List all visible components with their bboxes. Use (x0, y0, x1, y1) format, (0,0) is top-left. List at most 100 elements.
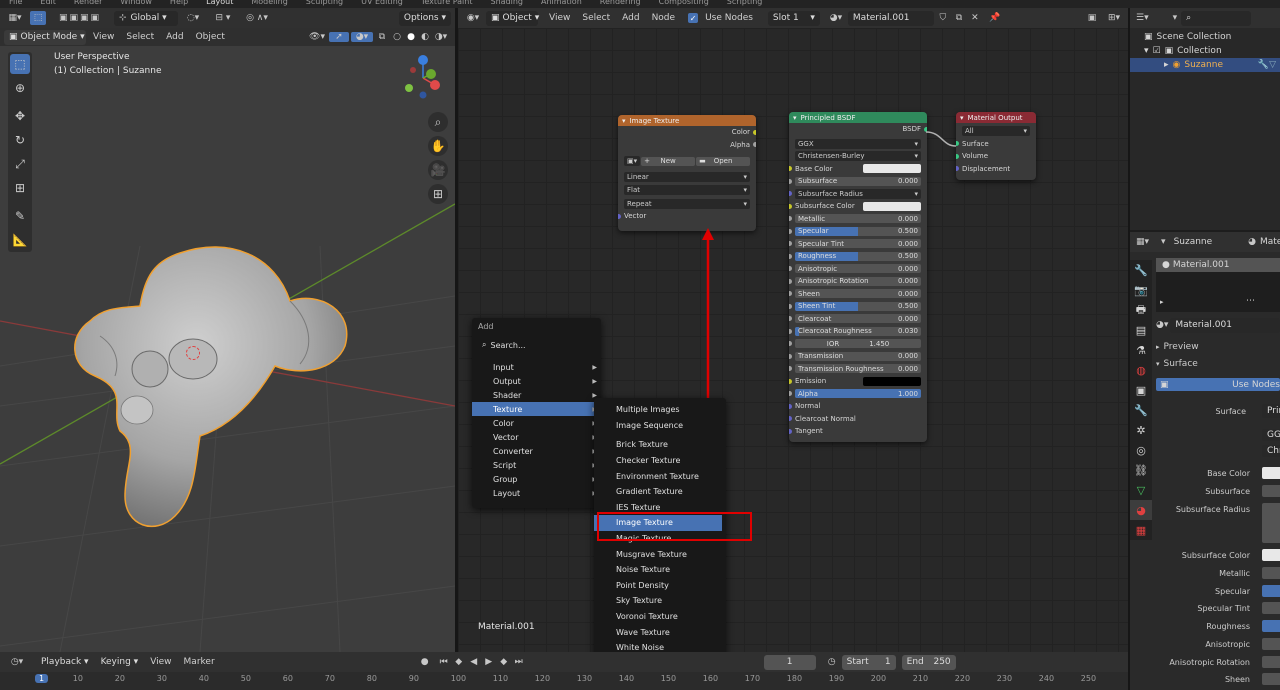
select-box-icon[interactable]: ⬚ (30, 11, 46, 25)
xray-icon[interactable]: ⧉ (375, 32, 389, 42)
overlay-icon[interactable]: ◕▾ (351, 32, 373, 42)
filter-icon[interactable]: ▾ (1173, 13, 1178, 23)
texture-menu-item[interactable]: Environment Texture (594, 468, 726, 484)
add-menu-item[interactable]: Color▶ (472, 416, 601, 430)
tool-tab-icon[interactable]: 🔧 (1130, 260, 1152, 280)
suzanne-mesh[interactable] (0, 46, 455, 652)
prop-value-field[interactable] (1262, 567, 1280, 579)
material-slot-item[interactable]: ● Material.001 (1156, 258, 1280, 272)
node-editor[interactable]: ▾ Image Texture Color Alpha ▣▾ + New ▬ Open… (458, 28, 1128, 652)
material-slot-list[interactable]: ● Material.001 ▸ ⋯ (1156, 258, 1280, 312)
material-browse-icon[interactable]: ◕▾ (1156, 320, 1168, 330)
add-menu-item[interactable]: Shader ▶ (472, 388, 601, 402)
distribution-field[interactable]: GGX (1262, 429, 1280, 441)
solid-shading-icon[interactable]: ● (405, 32, 417, 42)
physics-tab-icon[interactable]: ◎ (1130, 440, 1152, 460)
options-button[interactable]: Options ▾ (398, 10, 451, 26)
add-menu-item[interactable]: Input ▶ (472, 360, 601, 374)
rotate-tool-icon[interactable]: ↻ (10, 130, 30, 150)
add-menu-item[interactable]: Converter▶ (472, 444, 601, 458)
scene-tab-icon[interactable]: ⚗ (1130, 340, 1152, 360)
zoom-icon[interactable]: ⌕ (428, 112, 448, 132)
rendered-shading-icon[interactable]: ◑▾ (433, 32, 449, 42)
3d-cursor-icon[interactable] (186, 346, 200, 360)
list-expand-icon[interactable]: ▸ (1160, 298, 1164, 306)
fake-user-icon[interactable]: ⛉ (936, 13, 950, 23)
annotate-tool-icon[interactable]: ✎ (10, 206, 30, 226)
texture-menu-item[interactable]: Noise Texture (594, 562, 726, 578)
material-browse-icon[interactable]: ◕▾ (826, 13, 846, 23)
data-tab-icon[interactable]: ▽ (1130, 480, 1152, 500)
texture-menu-item[interactable]: Musgrave Texture (594, 546, 726, 562)
add-menu-item[interactable]: Layout▶ (472, 486, 601, 500)
properties-editor[interactable]: 🔧 📷 🖶 ▤ ⚗ ◍ ▣ 🔧 ✲ ◎ ⛓ ▽ ◕ ▦ ● Material.00… (1130, 252, 1280, 690)
particles-tab-icon[interactable]: ✲ (1130, 420, 1152, 440)
outliner-search[interactable]: ⌕ (1181, 10, 1252, 26)
texture-menu-item[interactable]: Point Density (594, 578, 726, 594)
move-tool-icon[interactable]: ✥ (10, 106, 30, 126)
visibility-icon[interactable]: 👁▾ (307, 32, 327, 42)
node-menu-view[interactable]: View (544, 13, 575, 23)
menu-object[interactable]: Object (191, 32, 230, 42)
wireframe-shading-icon[interactable]: ○ (391, 32, 403, 42)
add-menu-item[interactable]: Script▶ (472, 458, 601, 472)
gizmo-icon[interactable]: ➚ (329, 32, 349, 42)
constraints-tab-icon[interactable]: ⛓ (1130, 460, 1152, 480)
prop-value-field[interactable] (1262, 467, 1280, 479)
prop-value-field[interactable] (1262, 673, 1280, 685)
prop-value-field[interactable] (1262, 485, 1280, 497)
prop-value-field[interactable] (1262, 656, 1280, 668)
node-menu-add[interactable]: Add (617, 13, 644, 23)
prop-value-field[interactable] (1262, 620, 1280, 632)
texture-menu-item[interactable]: Multiple Images (594, 402, 726, 418)
measure-tool-icon[interactable]: 📐 (10, 230, 30, 250)
overlay-toggle-icon[interactable]: ▣ (1082, 13, 1102, 23)
use-nodes-button[interactable]: ▣ Use Nodes (1156, 378, 1280, 391)
outliner-collection[interactable]: ▾ ☑ ▣ Collection (1130, 44, 1280, 58)
object-tab-icon[interactable]: ▣ (1130, 380, 1152, 400)
texture-menu-item[interactable]: Sky Texture (594, 593, 726, 609)
add-menu-search[interactable]: ⌕ Search... (474, 336, 599, 354)
sss-method-field[interactable]: Chri (1262, 445, 1280, 457)
texture-menu-item[interactable]: Wave Texture (594, 624, 726, 640)
unlink-material-icon[interactable]: ✕ (968, 13, 982, 23)
pin-icon[interactable]: 📌 (988, 13, 1002, 23)
grid-perspective-icon[interactable]: ⊞ (428, 184, 448, 204)
texture-tab-icon[interactable]: ▦ (1130, 520, 1152, 540)
surface-shader-field[interactable]: Prin (1262, 404, 1280, 418)
output-tab-icon[interactable]: 🖶 (1130, 300, 1152, 320)
view-layer-tab-icon[interactable]: ▤ (1130, 320, 1152, 340)
editor-type-icon[interactable]: ▦▾ (4, 13, 26, 23)
prop-value-field[interactable] (1262, 585, 1280, 597)
navigation-gizmo[interactable] (395, 48, 445, 108)
texture-menu-item[interactable]: Gradient Texture (594, 484, 726, 500)
cursor-tool-icon[interactable]: ⊕ (10, 78, 30, 98)
timeline-ruler[interactable]: 1 10 20 30 40 50 60 70 80 90 100 110 120 130 140 150 160… (0, 652, 1128, 690)
outliner-object-suzanne[interactable]: ▸ ◉ Suzanne 🔧▽ (1130, 58, 1280, 72)
checkbox-icon[interactable]: ☑ (1153, 46, 1161, 56)
texture-menu-item[interactable]: Brick Texture (594, 437, 726, 453)
slot-dropdown[interactable]: Slot 1 ▾ (767, 10, 820, 26)
timeline[interactable]: ◷▾ Playback ▾ Keying ▾ View Marker ● ⏮ ◆… (0, 652, 1128, 690)
camera-icon[interactable]: 🎥 (428, 160, 448, 180)
use-nodes-checkbox[interactable]: ✓ (688, 13, 699, 23)
select-mode-icons[interactable]: ▣▣▣▣ (50, 13, 110, 23)
prop-value-field[interactable] (1262, 549, 1280, 561)
texture-menu-item[interactable]: Checker Texture (594, 453, 726, 469)
preview-section[interactable]: ▸ Preview (1156, 342, 1199, 352)
outliner[interactable]: ▣ Scene Collection ▾ ☑ ▣ Collection ▸ ◉ Suzann… (1130, 28, 1280, 230)
material-datablock-field[interactable]: Material.001 (1170, 317, 1280, 333)
prop-value-field[interactable] (1262, 503, 1280, 543)
prop-value-field[interactable] (1262, 602, 1280, 614)
add-menu-item[interactable]: Texture▶ (472, 402, 601, 416)
transform-tool-icon[interactable]: ⊞ (10, 178, 30, 198)
node-editor-type-icon[interactable]: ◉▾ (462, 13, 484, 23)
render-tab-icon[interactable]: 📷 (1130, 280, 1152, 300)
material-name-field[interactable]: Material.001 (847, 10, 934, 26)
pivot-icon[interactable]: ◌▾ (182, 13, 204, 23)
shader-type-dropdown[interactable]: ▣ Object ▾ (486, 10, 539, 26)
texture-menu-item[interactable]: White Noise (594, 640, 726, 652)
add-menu-item[interactable]: Vector▶ (472, 430, 601, 444)
properties-type-icon[interactable]: ▦▾ (1136, 237, 1149, 247)
mode-dropdown[interactable]: ▣ Object Mode ▾ (4, 29, 86, 45)
